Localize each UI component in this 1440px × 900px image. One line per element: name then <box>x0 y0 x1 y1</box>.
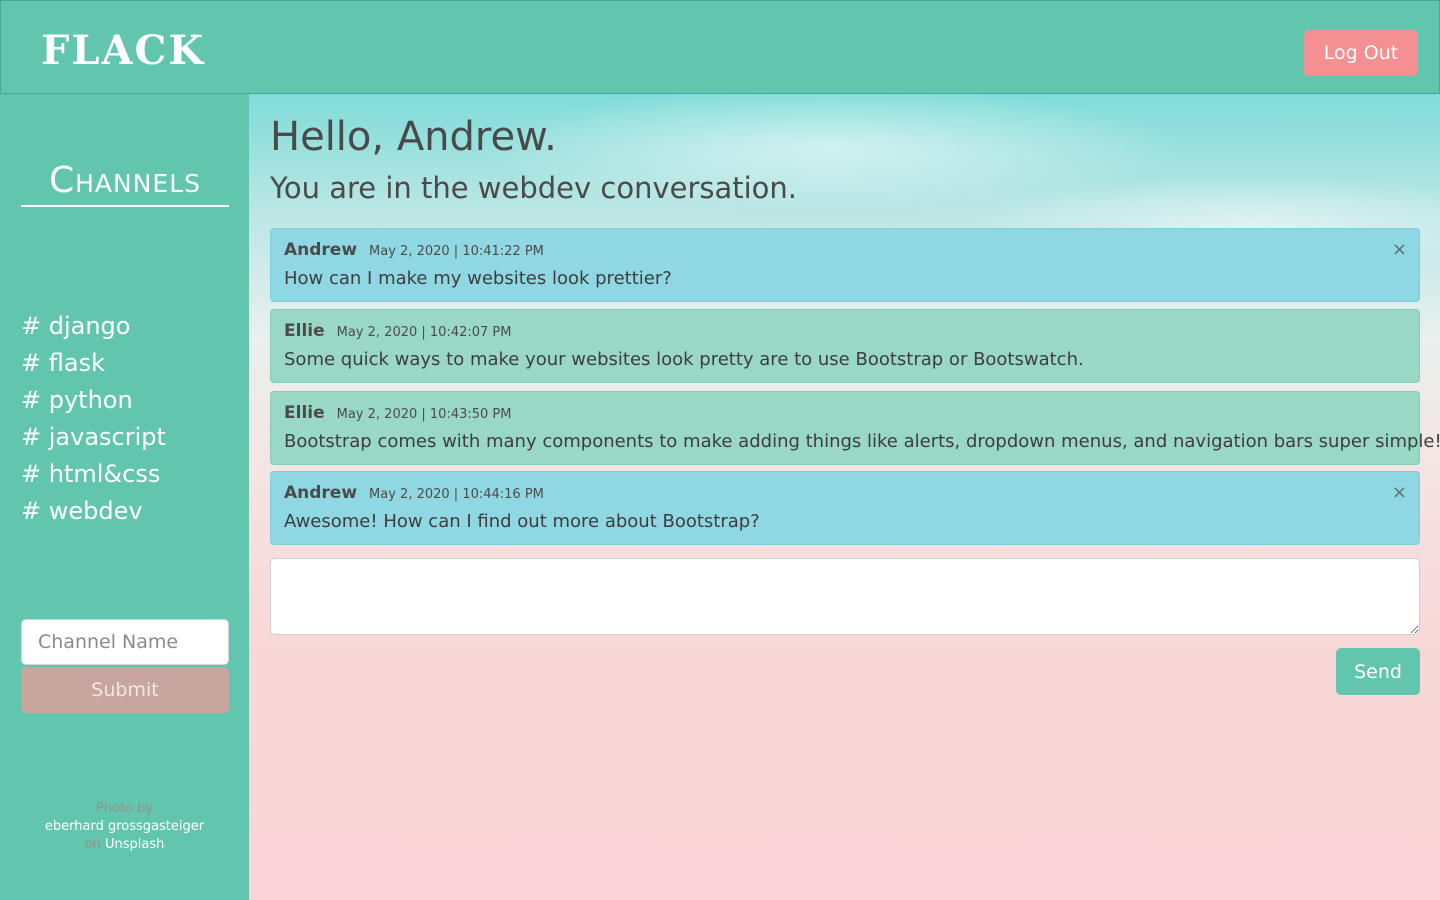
conversation-subtitle: You are in the webdev conversation. <box>270 171 798 205</box>
channels-heading: Channels <box>21 160 229 207</box>
unsplash-link[interactable]: Unsplash <box>105 837 164 852</box>
message-item: Ellie May 2, 2020 | 10:43:50 PM Bootstra… <box>270 391 1440 465</box>
channel-item-htmlcss[interactable]: # html&css <box>21 456 166 493</box>
delete-message-icon[interactable]: × <box>1392 239 1407 261</box>
channel-item-flask[interactable]: # flask <box>21 345 166 382</box>
message-text: How can I make my websites look prettier… <box>284 268 672 289</box>
photo-author-link[interactable]: eberhard grossgasteiger <box>45 819 204 834</box>
channel-item-python[interactable]: # python <box>21 382 166 419</box>
delete-message-icon[interactable]: × <box>1392 482 1407 504</box>
greeting-heading: Hello, Andrew. <box>270 114 557 160</box>
message-username: Ellie <box>284 403 325 423</box>
message-text: Awesome! How can I find out more about B… <box>284 511 760 532</box>
message-timestamp: May 2, 2020 | 10:43:50 PM <box>336 407 512 422</box>
channel-item-webdev[interactable]: # webdev <box>21 493 166 530</box>
message-timestamp: May 2, 2020 | 10:44:16 PM <box>369 487 544 502</box>
message-item: Ellie May 2, 2020 | 10:42:07 PM Some qui… <box>270 309 1420 383</box>
channel-list: # django # flask # python # javascript #… <box>21 308 166 530</box>
top-navbar: FLACK Log Out <box>0 0 1440 94</box>
logout-button[interactable]: Log Out <box>1304 30 1418 76</box>
message-username: Ellie <box>284 321 325 341</box>
brand-logo: FLACK <box>41 27 206 74</box>
photo-credit-on: on <box>84 837 101 852</box>
photo-credit: Photo by eberhard grossgasteiger on Unsp… <box>0 800 249 854</box>
message-username: Andrew <box>284 483 358 503</box>
channel-item-javascript[interactable]: # javascript <box>21 419 166 456</box>
channel-item-django[interactable]: # django <box>21 308 166 345</box>
message-item: Andrew May 2, 2020 | 10:44:16 PM Awesome… <box>270 471 1420 545</box>
message-text: Some quick ways to make your websites lo… <box>284 349 1084 370</box>
message-username: Andrew <box>284 240 358 260</box>
message-input[interactable] <box>270 558 1420 635</box>
send-button[interactable]: Send <box>1336 648 1420 695</box>
message-timestamp: May 2, 2020 | 10:41:22 PM <box>369 244 544 259</box>
photo-credit-prefix: Photo by <box>95 801 154 816</box>
conversation-area: Hello, Andrew. You are in the webdev con… <box>249 94 1440 900</box>
sidebar: Channels # django # flask # python # jav… <box>0 94 249 900</box>
message-timestamp: May 2, 2020 | 10:42:07 PM <box>336 325 512 340</box>
channel-name-input[interactable] <box>21 619 229 665</box>
message-item: Andrew May 2, 2020 | 10:41:22 PM How can… <box>270 228 1420 302</box>
submit-channel-button[interactable]: Submit <box>21 667 229 713</box>
message-text: Bootstrap comes with many components to … <box>284 431 1440 452</box>
